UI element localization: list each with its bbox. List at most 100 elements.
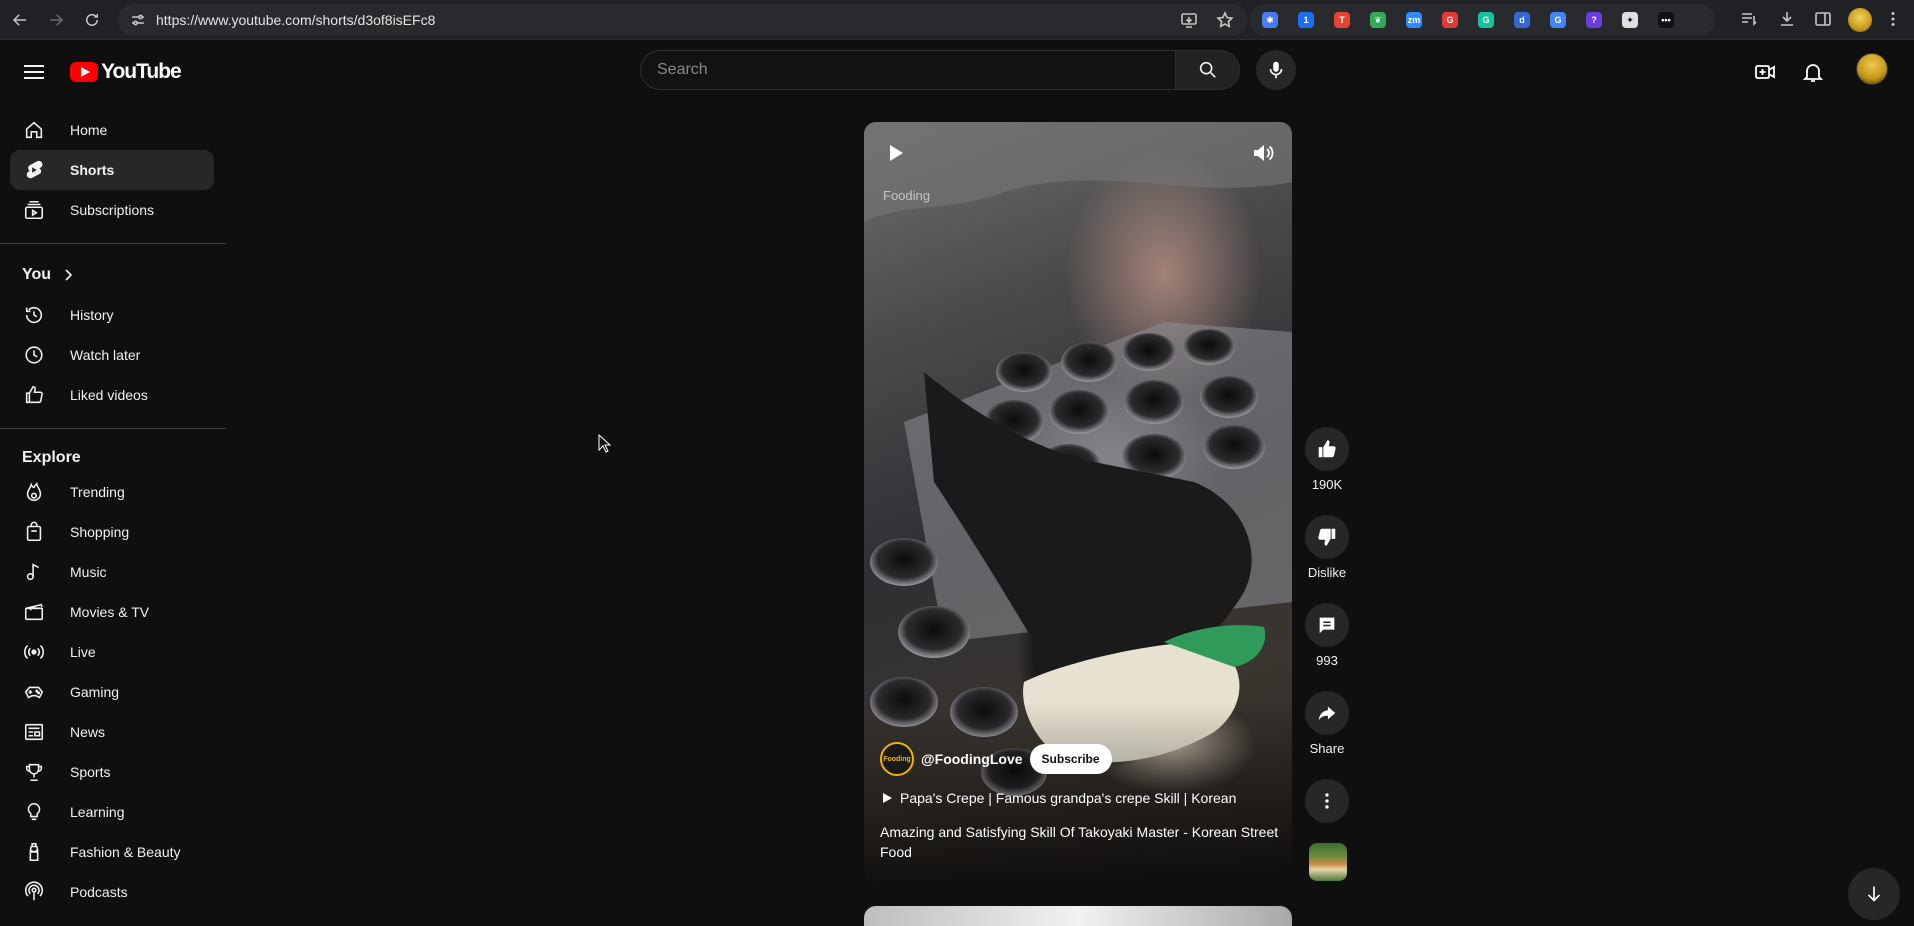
sidebar-item-history[interactable]: History bbox=[10, 295, 214, 335]
sidebar-item-movies[interactable]: Movies & TV bbox=[10, 592, 214, 632]
sidebar-item-home[interactable]: Home bbox=[10, 110, 214, 150]
shorts-video-player[interactable]: Fooding Fooding @FoodingLove Subscribe P… bbox=[864, 122, 1292, 882]
you-section-heading[interactable]: You bbox=[22, 266, 75, 284]
subscriptions-icon bbox=[22, 198, 46, 222]
like-count: 190K bbox=[1311, 477, 1343, 492]
play-button[interactable] bbox=[882, 140, 908, 166]
purple-ext-icon[interactable]: ? bbox=[1586, 12, 1602, 28]
sidebar-item-liked-videos[interactable]: Liked videos bbox=[10, 375, 214, 415]
browser-profile-avatar[interactable] bbox=[1848, 8, 1872, 32]
playlist-text: Papa's Crepe | Famous grandpa's crepe Sk… bbox=[900, 790, 1237, 806]
volume-button[interactable] bbox=[1250, 140, 1276, 166]
video-watermark: Fooding bbox=[883, 188, 930, 203]
search-input[interactable] bbox=[641, 51, 1177, 89]
channel-avatar[interactable]: Fooding bbox=[880, 742, 914, 776]
address-bar[interactable]: https://www.youtube.com/shorts/d3of8isEF… bbox=[118, 4, 1248, 36]
sidebar-item-label: Podcasts bbox=[70, 884, 128, 900]
account-avatar[interactable] bbox=[1856, 53, 1888, 85]
chatgpt-icon[interactable]: ✦ bbox=[1622, 12, 1638, 28]
sidebar-item-shopping[interactable]: Shopping bbox=[10, 512, 214, 552]
sports-icon bbox=[22, 760, 46, 784]
comments-button[interactable] bbox=[1305, 603, 1349, 647]
more-action bbox=[1305, 779, 1349, 823]
extensions-puzzle-icon[interactable] bbox=[1694, 12, 1710, 28]
downloads-icon[interactable] bbox=[1776, 8, 1798, 30]
podcasts-icon bbox=[22, 880, 46, 904]
chevron-right-icon bbox=[65, 269, 73, 281]
sidebar-item-learning[interactable]: Learning bbox=[10, 792, 214, 832]
dislike-label: Dislike bbox=[1307, 565, 1347, 580]
sidebar-item-live[interactable]: Live bbox=[10, 632, 214, 672]
install-app-icon[interactable] bbox=[1180, 11, 1198, 29]
1password-icon[interactable]: 1 bbox=[1298, 12, 1314, 28]
subscribe-button[interactable]: Subscribe bbox=[1029, 744, 1112, 774]
shopping-icon bbox=[22, 520, 46, 544]
next-short-preview[interactable] bbox=[864, 906, 1292, 926]
grammarly-icon[interactable]: G bbox=[1478, 12, 1494, 28]
create-video-icon bbox=[1755, 65, 1775, 79]
sidebar-item-label: Trending bbox=[70, 484, 125, 500]
gaming-icon bbox=[22, 680, 46, 704]
side-panel-icon[interactable] bbox=[1812, 8, 1834, 30]
d-ext-icon[interactable]: d bbox=[1514, 12, 1530, 28]
url-text: https://www.youtube.com/shorts/d3of8isEF… bbox=[156, 12, 436, 28]
more-options-button[interactable] bbox=[1305, 779, 1349, 823]
app-root: https://www.youtube.com/shorts/d3of8isEF… bbox=[0, 0, 1914, 926]
youtube-masthead: YouTube bbox=[0, 40, 1914, 100]
like-button[interactable] bbox=[1305, 427, 1349, 471]
volume-icon bbox=[1254, 145, 1274, 161]
create-button[interactable] bbox=[1745, 52, 1785, 92]
sidebar-divider bbox=[0, 243, 226, 244]
reading-list-icon[interactable] bbox=[1738, 8, 1760, 30]
zm-ext-icon[interactable]: zm bbox=[1406, 12, 1422, 28]
translate-icon[interactable]: G bbox=[1550, 12, 1566, 28]
sidebar-item-music[interactable]: Music bbox=[10, 552, 214, 592]
youtube-logo[interactable]: YouTube bbox=[70, 60, 182, 84]
next-video-button[interactable] bbox=[1848, 868, 1900, 920]
sidebar-item-label: Fashion & Beauty bbox=[70, 844, 181, 860]
bell-icon bbox=[1802, 64, 1824, 82]
sidebar-item-trending[interactable]: Trending bbox=[10, 472, 214, 512]
browser-menu-icon[interactable] bbox=[1882, 8, 1904, 30]
trending-icon bbox=[22, 480, 46, 504]
dots-ext-icon[interactable]: ••• bbox=[1658, 12, 1674, 28]
search-button[interactable] bbox=[1175, 51, 1239, 89]
sidebar-item-podcasts[interactable]: Podcasts bbox=[10, 872, 214, 912]
channel-handle[interactable]: @FoodingLove bbox=[921, 751, 1023, 767]
reload-icon[interactable] bbox=[80, 8, 104, 32]
sound-thumbnail[interactable] bbox=[1309, 843, 1347, 881]
dislike-button[interactable] bbox=[1305, 515, 1349, 559]
share-arrow-icon bbox=[1318, 706, 1336, 721]
short-title[interactable]: Amazing and Satisfying Skill Of Takoyaki… bbox=[880, 822, 1280, 862]
sidebar-item-fashion[interactable]: Fashion & Beauty bbox=[10, 832, 214, 872]
playlist-link[interactable]: Papa's Crepe | Famous grandpa's crepe Sk… bbox=[880, 790, 1236, 806]
share-button[interactable] bbox=[1305, 691, 1349, 735]
voice-search-button[interactable] bbox=[1256, 50, 1296, 90]
forward-icon[interactable] bbox=[44, 8, 68, 32]
mouse-cursor-icon bbox=[598, 434, 612, 453]
sidebar-divider bbox=[0, 428, 226, 429]
sidebar: Home Shorts Subscriptions You History Wa… bbox=[0, 100, 240, 926]
gear-ext-icon[interactable]: ✱ bbox=[1262, 12, 1278, 28]
more-vertical-icon bbox=[1325, 793, 1329, 809]
leaf-ext-icon[interactable]: ❦ bbox=[1370, 12, 1386, 28]
play-small-icon bbox=[883, 793, 892, 803]
sidebar-item-gaming[interactable]: Gaming bbox=[10, 672, 214, 712]
microphone-icon bbox=[1269, 61, 1283, 79]
back-icon[interactable] bbox=[8, 8, 32, 32]
sidebar-item-label: Live bbox=[70, 644, 96, 660]
sidebar-item-subscriptions[interactable]: Subscriptions bbox=[10, 190, 214, 230]
notifications-button[interactable] bbox=[1793, 52, 1833, 92]
music-icon bbox=[22, 560, 46, 584]
channel-row: Fooding @FoodingLove Subscribe bbox=[880, 742, 1112, 776]
sidebar-item-watch-later[interactable]: Watch later bbox=[10, 335, 214, 375]
site-info-icon[interactable] bbox=[130, 12, 146, 28]
sidebar-item-news[interactable]: News bbox=[10, 712, 214, 752]
sidebar-item-sports[interactable]: Sports bbox=[10, 752, 214, 792]
sidebar-item-shorts[interactable]: Shorts bbox=[10, 150, 214, 190]
todoist-icon[interactable]: T bbox=[1334, 12, 1350, 28]
menu-hamburger-icon[interactable] bbox=[18, 56, 50, 88]
bookmark-star-icon[interactable] bbox=[1216, 11, 1234, 29]
red-g-ext-icon[interactable]: G bbox=[1442, 12, 1458, 28]
learning-icon bbox=[22, 800, 46, 824]
